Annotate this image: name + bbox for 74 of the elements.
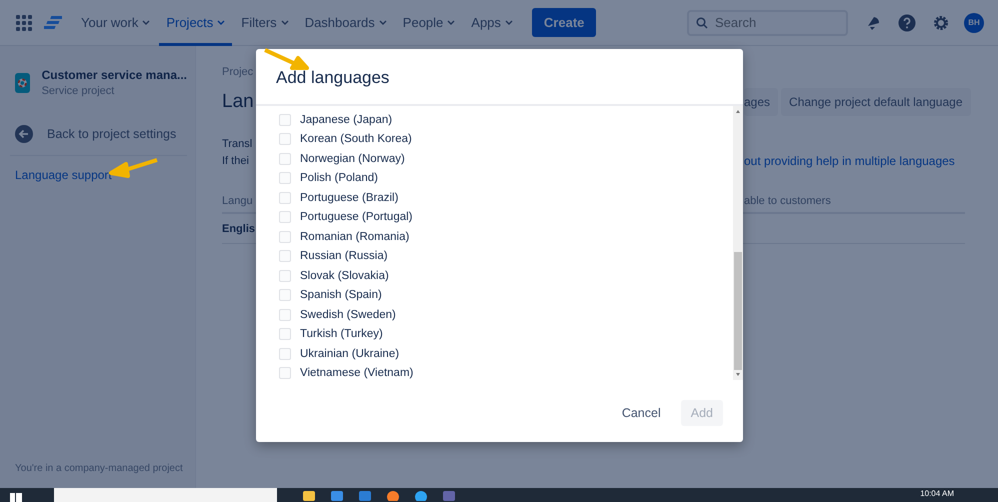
language-label[interactable]: Ukrainian (Ukraine) xyxy=(300,348,400,360)
language-label[interactable]: Swedish (Sweden) xyxy=(300,308,396,321)
nav-menu-item[interactable]: Filters xyxy=(234,0,296,46)
logo-icon[interactable] xyxy=(44,14,62,32)
chevron-down-icon xyxy=(217,20,226,26)
toolbar-button[interactable]: ages xyxy=(744,88,778,116)
language-label[interactable]: Vietnamese (Vietnam) xyxy=(300,367,414,380)
taskbar-search-field[interactable] xyxy=(54,488,277,502)
chevron-down-icon xyxy=(280,20,289,26)
checkbox[interactable] xyxy=(279,114,291,126)
breadcrumb[interactable]: Projec xyxy=(222,66,254,78)
language-label[interactable]: Polish (Poland) xyxy=(300,172,378,184)
page-title: Lan xyxy=(222,91,254,113)
settings-icon[interactable] xyxy=(932,14,950,32)
windows-icon[interactable] xyxy=(10,493,22,502)
browser-icon[interactable] xyxy=(387,491,399,501)
teams-icon[interactable] xyxy=(443,491,455,501)
checkbox[interactable] xyxy=(279,152,291,165)
language-label[interactable]: Korean (South Korea) xyxy=(300,133,412,146)
language-label[interactable]: Portuguese (Brazil) xyxy=(300,192,398,204)
checkbox[interactable] xyxy=(279,230,291,243)
nav-menu-item[interactable]: Your work xyxy=(74,0,158,46)
chevron-down-icon xyxy=(504,20,513,26)
create-button[interactable]: Create xyxy=(532,8,596,37)
language-label[interactable]: Spanish (Spain) xyxy=(300,289,382,302)
app-grid-icon[interactable] xyxy=(16,14,32,30)
checkbox[interactable] xyxy=(279,172,291,184)
clock-time: 10:04 AM xyxy=(920,488,954,498)
project-name[interactable]: Customer service mana... xyxy=(42,68,187,82)
folder-icon[interactable] xyxy=(303,491,315,501)
checkbox[interactable] xyxy=(279,250,291,262)
checkbox[interactable] xyxy=(279,308,291,321)
language-label[interactable]: Turkish (Turkey) xyxy=(300,328,383,340)
project-type: Service project xyxy=(42,85,116,97)
checkbox[interactable] xyxy=(279,348,291,360)
project-type-note: You're in a company-managed project xyxy=(15,463,184,474)
language-label[interactable]: Russian (Russia) xyxy=(300,250,388,262)
language-label[interactable]: Japanese (Japan) xyxy=(300,114,392,126)
language-label[interactable]: Norwegian (Norway) xyxy=(300,152,405,165)
scrollbar[interactable] xyxy=(733,106,743,380)
user-avatar[interactable]: BH xyxy=(964,12,984,32)
checkbox[interactable] xyxy=(279,289,291,302)
checkbox[interactable] xyxy=(279,211,291,224)
nav-menu-item[interactable]: People xyxy=(396,0,462,46)
mail-icon[interactable] xyxy=(359,491,371,501)
language-label[interactable]: Romanian (Romania) xyxy=(300,230,410,243)
sidebar-item[interactable]: Language support xyxy=(15,166,187,184)
search-icon xyxy=(696,16,708,28)
nav-menu-item[interactable]: Apps xyxy=(464,0,520,46)
column-header: able to customers xyxy=(744,195,831,207)
cancel-button[interactable]: Cancel xyxy=(616,400,667,426)
checkbox[interactable] xyxy=(279,270,291,282)
language-label[interactable]: Slovak (Slovakia) xyxy=(300,270,389,282)
help-icon[interactable] xyxy=(898,14,916,32)
checkbox[interactable] xyxy=(279,328,291,340)
chevron-down-icon xyxy=(142,20,150,26)
language-label[interactable]: Portuguese (Portugal) xyxy=(300,211,413,224)
description-text: Transl xyxy=(222,137,252,152)
table-cell: Englis xyxy=(222,222,256,234)
column-header: Langu xyxy=(222,195,253,207)
lifebuoy-icon xyxy=(15,73,30,93)
app-icon[interactable] xyxy=(331,491,343,501)
toolbar-button[interactable]: Change project default language xyxy=(781,88,970,116)
chevron-down-icon xyxy=(378,20,387,26)
search-field[interactable]: Search xyxy=(687,10,848,36)
browser-icon[interactable] xyxy=(415,491,427,501)
checkbox[interactable] xyxy=(279,133,291,146)
checkbox[interactable] xyxy=(279,367,291,380)
help-link[interactable]: out providing help in multiple languages xyxy=(744,153,955,170)
description-text: If thei xyxy=(222,154,249,169)
checkbox[interactable] xyxy=(279,192,291,204)
chevron-down-icon xyxy=(447,20,456,26)
back-link[interactable]: Back to project settings xyxy=(15,125,187,143)
nav-menu-item[interactable]: Dashboards xyxy=(298,0,394,46)
